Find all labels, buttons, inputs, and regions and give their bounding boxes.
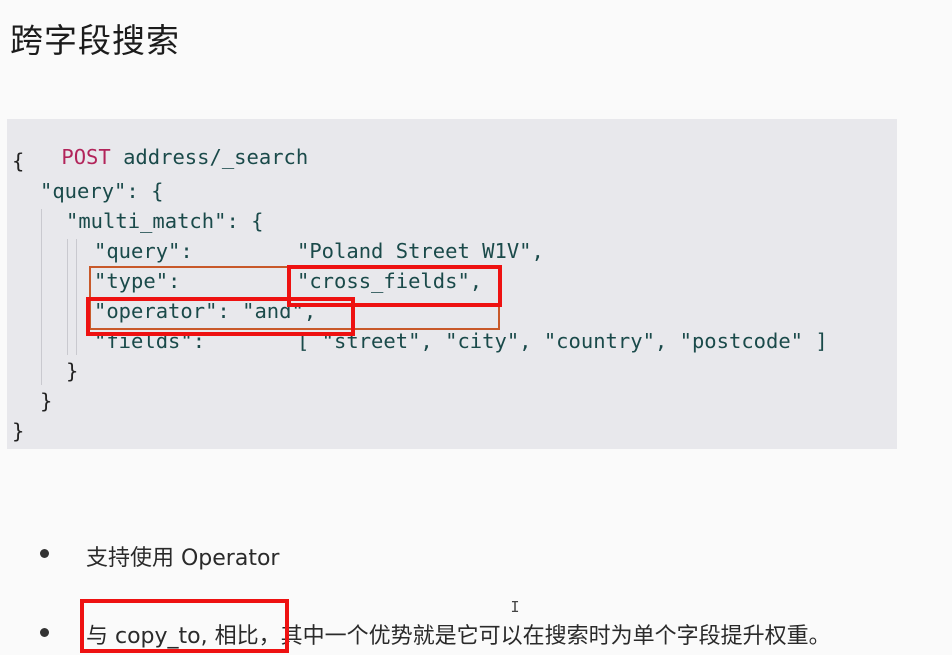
code-line-close-root: } xyxy=(12,419,25,443)
code-line-query-key: "query": xyxy=(94,239,193,263)
code-line-open-brace: { xyxy=(12,149,25,173)
code-line-query-value: "Poland Street W1V", xyxy=(297,239,544,263)
indent-guide xyxy=(76,239,77,355)
code-line-close-query: } xyxy=(40,389,53,413)
bullet-text-operator: 支持使用 Operator xyxy=(86,546,280,571)
code-line-fields-value: [ "street", "city", "country", "postcode… xyxy=(297,329,828,353)
code-line-query: "query": { xyxy=(40,179,164,203)
bullet-dot xyxy=(40,549,49,558)
http-method: POST xyxy=(61,145,111,169)
highlight-box-copy-to xyxy=(80,599,289,653)
request-path: address/_search xyxy=(110,145,309,169)
code-line-multi-match: "multi_match": { xyxy=(66,209,264,233)
text-cursor-icon: I xyxy=(510,598,520,616)
page-title: 跨字段搜索 xyxy=(10,21,180,60)
indent-guide xyxy=(41,209,42,385)
highlight-box-operator xyxy=(86,297,355,336)
code-line-close-inner: } xyxy=(66,359,79,383)
bullet-dot xyxy=(40,628,49,637)
indent-guide xyxy=(67,239,68,355)
